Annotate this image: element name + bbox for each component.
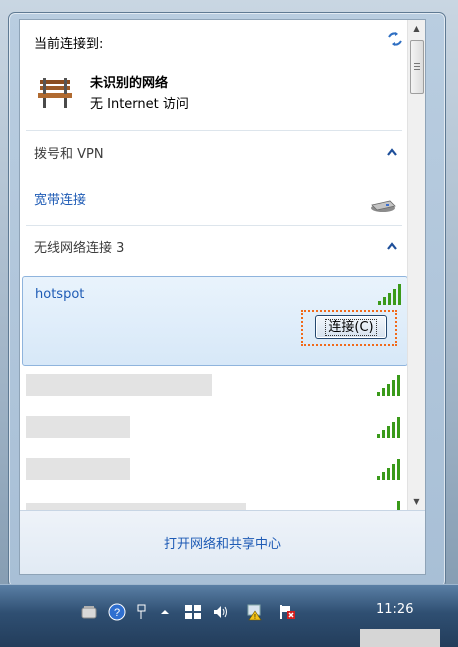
notes-icon[interactable] (80, 603, 98, 621)
signal-strength-icon (378, 284, 401, 305)
divider (26, 225, 402, 226)
network-name-redacted (26, 503, 246, 510)
svg-text:?: ? (114, 607, 120, 619)
vertical-scrollbar[interactable]: ▲ ▼ (407, 20, 425, 510)
scroll-up-arrow-icon[interactable]: ▲ (408, 20, 425, 37)
date-redacted (360, 629, 440, 647)
broadband-connection-item[interactable]: 宽带连接 (34, 189, 86, 208)
flag-icon[interactable] (184, 603, 202, 621)
show-hidden-icons-arrow-icon[interactable] (156, 603, 174, 621)
signal-strength-icon (377, 417, 400, 438)
current-network-name: 未识别的网络 (90, 76, 169, 91)
open-network-sharing-center-link[interactable]: 打开网络和共享中心 (20, 533, 425, 552)
wireless-network-item[interactable] (20, 409, 408, 445)
signal-strength-icon (377, 459, 400, 480)
svg-text:!: ! (254, 614, 256, 621)
wireless-network-item[interactable] (20, 451, 408, 487)
volume-icon[interactable] (212, 603, 230, 621)
section-dialup-vpn-title[interactable]: 拨号和 VPN (34, 143, 104, 162)
signal-strength-icon (377, 375, 400, 396)
wireless-network-item[interactable] (20, 367, 408, 403)
refresh-icon[interactable] (386, 31, 404, 47)
section-wireless-title[interactable]: 无线网络连接 3 (34, 237, 124, 256)
bench-network-icon (38, 78, 72, 108)
taskbar-clock[interactable]: 11:26 (376, 602, 413, 617)
collapse-up-arrow-icon[interactable] (387, 148, 397, 156)
network-list: 当前连接到: 未识别的网络 无 Internet 访问 拨号和 VPN 宽带连接 (20, 20, 408, 510)
collapse-up-arrow-icon[interactable] (387, 242, 397, 250)
signal-strength-icon (397, 501, 400, 510)
modem-icon (371, 200, 396, 212)
ssid-label: hotspot (35, 287, 85, 302)
network-name-redacted (26, 416, 130, 438)
network-popup: 当前连接到: 未识别的网络 无 Internet 访问 拨号和 VPN 宽带连接 (19, 19, 426, 575)
help-icon[interactable]: ? (108, 603, 126, 621)
network-warning-icon[interactable]: ! (246, 603, 264, 621)
connect-button-label: 连接(C) (325, 319, 377, 336)
action-center-error-icon[interactable] (278, 603, 296, 621)
current-network-status: 无 Internet 访问 (90, 97, 189, 112)
network-name-redacted (26, 374, 212, 396)
taskbar: ? ! 11:26 (0, 584, 458, 647)
currently-connected-title: 当前连接到: (34, 37, 104, 52)
scroll-down-arrow-icon[interactable]: ▼ (408, 493, 425, 510)
scrollbar-thumb[interactable] (410, 40, 424, 94)
connect-button[interactable]: 连接(C) (315, 315, 387, 339)
wireless-network-item-selected[interactable]: hotspot 连接(C) (22, 276, 408, 366)
wireless-network-item-partial[interactable] (20, 493, 408, 510)
divider (26, 130, 402, 131)
popup-footer: 打开网络和共享中心 (20, 510, 425, 574)
network-name-redacted (26, 458, 130, 480)
pin-icon[interactable] (132, 603, 150, 621)
